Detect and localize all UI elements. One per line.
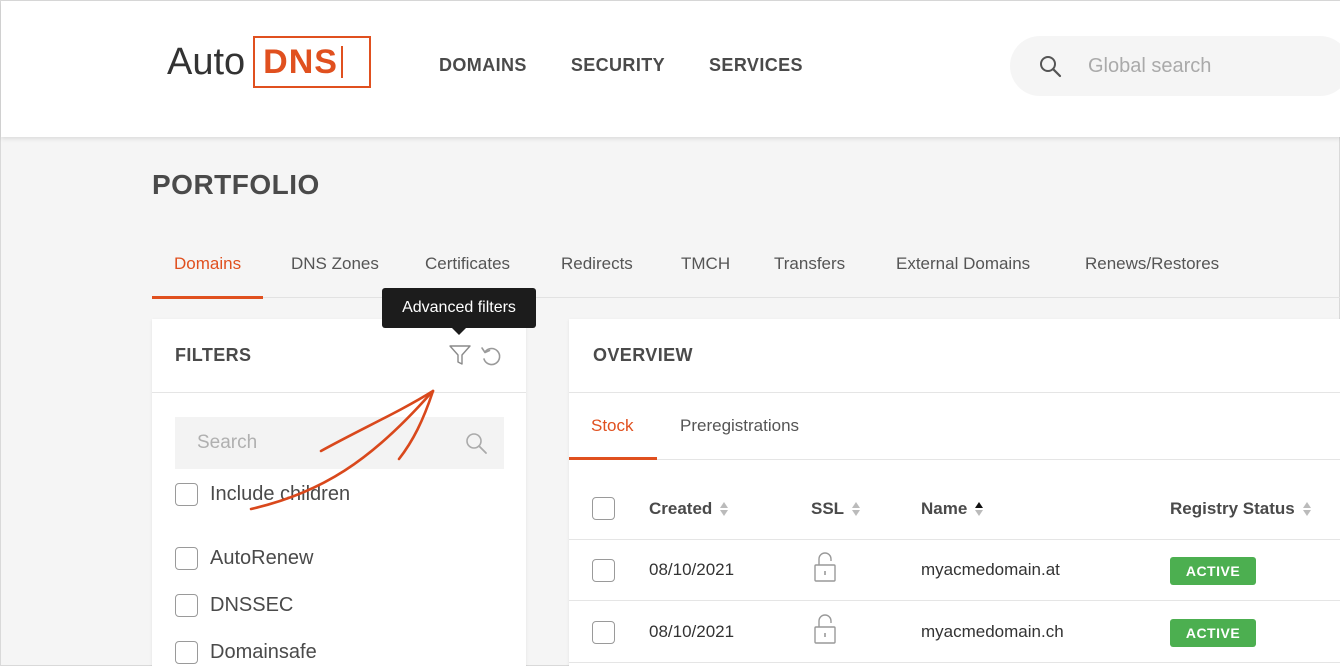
- column-created[interactable]: Created: [649, 499, 729, 519]
- domainsafe-checkbox[interactable]: Domainsafe: [175, 641, 317, 664]
- tab-renews-restores[interactable]: Renews/Restores: [1085, 241, 1219, 298]
- active-subtab-indicator: [569, 457, 657, 460]
- status-badge: ACTIVE: [1170, 619, 1256, 647]
- sort-ascending-icon: [975, 502, 984, 516]
- page-title: PORTFOLIO: [152, 169, 320, 200]
- created-cell: 08/10/2021: [649, 560, 735, 579]
- filter-funnel-icon[interactable]: [448, 343, 472, 367]
- overview-panel: OVERVIEW Stock Preregistrations Created …: [569, 319, 1340, 666]
- filters-search-input[interactable]: Search: [175, 417, 504, 469]
- tab-domains[interactable]: Domains: [151, 241, 264, 299]
- logo-text-dns: DNS: [263, 42, 338, 81]
- domainsafe-label: Domainsafe: [210, 641, 317, 663]
- domain-name-cell[interactable]: myacmedomain.ch: [921, 622, 1064, 642]
- tab-tmch[interactable]: TMCH: [681, 241, 730, 298]
- column-name-label: Name: [921, 499, 968, 518]
- tab-redirects[interactable]: Redirects: [561, 241, 633, 298]
- checkbox[interactable]: [175, 483, 198, 506]
- global-search-placeholder: Global search: [1088, 54, 1212, 77]
- column-registry-status-label: Registry Status: [1170, 499, 1295, 518]
- checkbox[interactable]: [175, 641, 198, 664]
- logo-dns-box: DNS: [253, 36, 372, 88]
- column-ssl[interactable]: SSL: [811, 499, 861, 519]
- subtab-preregistrations[interactable]: Preregistrations: [680, 416, 799, 436]
- lock-open-icon: [814, 552, 836, 582]
- autodns-logo[interactable]: Auto DNS: [167, 36, 372, 88]
- autorenew-label: AutoRenew: [210, 547, 314, 569]
- subtab-stock[interactable]: Stock: [591, 416, 634, 436]
- column-name[interactable]: Name: [921, 499, 984, 519]
- logo-cursor: [340, 46, 343, 78]
- lock-open-icon: [814, 614, 836, 644]
- nav-security[interactable]: SECURITY: [571, 53, 665, 77]
- main-nav: DOMAINS SECURITY SERVICES: [439, 53, 847, 77]
- advanced-filters-tooltip: Advanced filters: [382, 288, 536, 335]
- checkbox[interactable]: [175, 547, 198, 570]
- overview-header: OVERVIEW: [569, 319, 1340, 393]
- nav-services[interactable]: SERVICES: [709, 53, 803, 77]
- dnssec-checkbox[interactable]: DNSSEC: [175, 594, 293, 617]
- sort-icon: [720, 502, 729, 516]
- tab-external-domains[interactable]: External Domains: [896, 241, 1030, 298]
- dnssec-label: DNSSEC: [210, 594, 294, 616]
- created-cell: 08/10/2021: [649, 622, 735, 641]
- search-icon: [466, 433, 487, 454]
- table-row[interactable]: 08/10/2021 myacmedomain.ch ACTIVE: [569, 602, 1340, 663]
- sort-icon: [852, 502, 861, 516]
- global-search-input[interactable]: Global search: [1010, 36, 1340, 96]
- overview-subtabs: Stock Preregistrations: [569, 394, 1340, 460]
- status-badge: ACTIVE: [1170, 557, 1256, 585]
- sort-icon: [1302, 502, 1311, 516]
- column-registry-status[interactable]: Registry Status: [1170, 499, 1312, 519]
- logo-text-auto: Auto: [167, 41, 246, 83]
- tab-dns-zones[interactable]: DNS Zones: [291, 241, 379, 298]
- top-bar: Auto DNS DOMAINS SECURITY SERVICES Globa…: [1, 1, 1340, 137]
- nav-domains[interactable]: DOMAINS: [439, 53, 527, 77]
- domain-name-cell[interactable]: myacmedomain.at: [921, 560, 1060, 580]
- filters-title: FILTERS: [175, 345, 252, 365]
- reset-undo-icon[interactable]: [479, 344, 503, 368]
- checkbox[interactable]: [175, 594, 198, 617]
- row-checkbox[interactable]: [592, 621, 615, 644]
- column-created-label: Created: [649, 499, 713, 518]
- autorenew-checkbox[interactable]: AutoRenew: [175, 547, 313, 570]
- table-row[interactable]: 08/10/2021 myacmedomain.at ACTIVE: [569, 540, 1340, 601]
- row-checkbox[interactable]: [592, 559, 615, 582]
- overview-title: OVERVIEW: [593, 345, 693, 365]
- include-children-checkbox[interactable]: Include children: [175, 483, 350, 506]
- search-icon: [1040, 56, 1062, 78]
- column-ssl-label: SSL: [811, 499, 845, 518]
- include-children-label: Include children: [210, 483, 351, 505]
- tab-transfers[interactable]: Transfers: [774, 241, 845, 298]
- filters-header: FILTERS: [152, 319, 526, 393]
- table-header: Created SSL Name Registry Status: [569, 461, 1340, 540]
- select-all-checkbox[interactable]: [592, 497, 615, 520]
- filters-search-placeholder: Search: [197, 432, 258, 453]
- portfolio-tabs: Domains DNS Zones Certificates Redirects…: [151, 241, 1340, 299]
- filters-panel: FILTERS Search Include children AutoRene…: [152, 319, 526, 666]
